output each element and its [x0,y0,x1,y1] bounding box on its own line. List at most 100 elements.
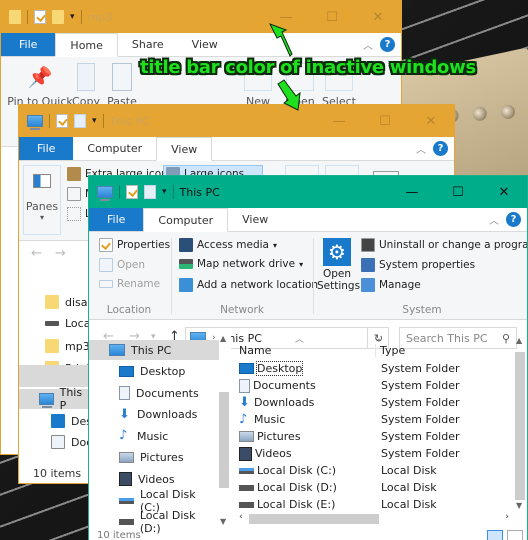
nav-scroll-thumb[interactable] [219,392,229,488]
open-settings-button[interactable]: ⚙ Open Settings [317,238,360,292]
new-folder-icon[interactable] [74,114,86,128]
collapse-ribbon-icon[interactable]: ︿ [416,141,426,156]
file-row[interactable]: Local Disk (D:) [239,479,337,496]
tab-file[interactable]: File [89,208,144,231]
scroll-down-icon[interactable]: ▼ [220,517,226,526]
large-icons-view-button[interactable] [507,530,523,540]
panes-button[interactable]: Panes ▾ [23,165,61,235]
tab-view[interactable]: View [178,33,232,56]
uninstall-program-button[interactable]: Uninstall or change a program [361,238,527,252]
scroll-up-icon[interactable]: ▲ [220,334,226,343]
file-row[interactable]: Desktop [239,360,304,377]
maximize-button[interactable]: ☐ [362,105,408,137]
help-icon[interactable]: ? [506,212,521,227]
quick-access-toolbar: ▾ [1,10,82,24]
tab-file[interactable]: File [19,137,74,160]
column-header-name[interactable]: Name [239,344,271,357]
file-row[interactable]: ♪ Music [239,411,285,428]
tab-file[interactable]: File [1,33,56,56]
folder-icon [9,10,21,24]
manage-button[interactable]: Manage [361,278,421,292]
nav-item-videos[interactable]: Videos [89,469,219,489]
scroll-up-icon[interactable]: ▲ [516,336,522,345]
paste-button[interactable]: Paste [107,63,137,108]
tab-home[interactable]: Home [55,33,118,57]
nav-item[interactable]: mp3 [45,339,90,353]
nav-item-local-disk-d[interactable]: Local Disk (D:) [89,509,219,535]
column-header-type[interactable]: Type [375,344,405,357]
access-media-button[interactable]: Access media ▾ [179,238,277,252]
minimize-button[interactable]: — [263,1,309,33]
nav-item-desktop[interactable]: Desktop [89,362,219,382]
file-row[interactable]: Videos [239,445,292,462]
settings-gear-icon: ⚙ [323,238,351,266]
file-row[interactable]: Local Disk (E:) [239,496,335,513]
customize-toolbar-icon[interactable]: ▾ [162,187,167,197]
nav-item-music[interactable]: ♪ Music [89,426,219,446]
forward-arrow-icon[interactable]: → [55,246,66,261]
nav-item-documents[interactable]: Documents [89,383,219,403]
back-arrow-icon[interactable]: ← [31,246,42,261]
system-properties-button[interactable]: System properties [361,258,475,272]
customize-toolbar-icon[interactable]: ▾ [70,12,75,22]
nav-item-pictures[interactable]: Pictures [89,448,219,468]
properties-button[interactable]: Properties [99,238,170,252]
ribbon-tabs: File Home Share View ︿ ? [1,33,401,57]
nav-item-this-pc[interactable]: This PC [89,340,219,360]
minimize-button[interactable]: — [389,176,435,208]
xl-icons-icon [67,167,81,181]
collapse-ribbon-icon[interactable]: ︿ [363,37,373,52]
open-button[interactable]: Open [99,258,145,272]
copy-button[interactable]: Copy [71,63,101,108]
close-button[interactable]: ✕ [355,1,401,33]
tab-view[interactable]: View [228,208,282,231]
nav-item-local-disk-c[interactable]: Local Disk (C:) [89,488,219,514]
help-icon[interactable]: ? [380,37,395,52]
details-view-button[interactable] [487,530,503,540]
file-row[interactable]: ⬇ Downloads [239,394,314,411]
uninstall-icon [361,238,375,252]
tab-share[interactable]: Share [118,33,178,56]
file-row[interactable]: Pictures [239,428,301,445]
file-list-vscrollbar[interactable]: ▲ ▼ [513,332,527,512]
file-list-hscrollbar[interactable]: ‹ › [237,512,513,526]
maximize-button[interactable]: ☐ [435,176,481,208]
new-folder-icon[interactable] [144,185,156,199]
nav-item-this-pc[interactable]: This P [19,386,89,412]
content-area: ▲ ▼ This PC Desktop Documents ⬇ Downloads ♪ Mu… [89,332,527,540]
properties-icon[interactable] [34,10,46,24]
maximize-button[interactable]: ☐ [309,1,355,33]
properties-icon[interactable] [56,114,68,128]
close-button[interactable]: ✕ [408,105,454,137]
nav-item-downloads[interactable]: ⬇ Downloads [89,405,219,425]
pin-icon: 📌 [27,65,53,89]
file-row[interactable]: Local Disk (C:) [239,462,336,479]
minimize-button[interactable]: — [316,105,362,137]
help-icon[interactable]: ? [433,141,448,156]
properties-icon[interactable] [126,185,138,199]
scroll-right-icon[interactable]: › [505,512,509,522]
file-type: Local Disk [381,498,437,511]
scroll-down-icon[interactable]: ▼ [516,501,522,510]
title-bar[interactable]: ▾ This PC — ☐ ✕ [19,105,454,137]
title-bar[interactable]: ▾ mp3 — ☐ ✕ [1,1,401,33]
title-bar[interactable]: ▾ This PC — ☐ ✕ [89,176,527,208]
customize-toolbar-icon[interactable]: ▾ [92,116,97,126]
collapse-ribbon-icon[interactable]: ︿ [489,212,499,227]
map-network-drive-button[interactable]: Map network drive ▾ [179,258,303,270]
scroll-left-icon[interactable]: ‹ [239,512,243,522]
tab-computer[interactable]: Computer [73,137,156,160]
new-folder-icon[interactable] [52,10,64,24]
close-button[interactable]: ✕ [481,176,527,208]
nav-scrollbar[interactable]: ▲ ▼ [217,332,231,528]
tab-view[interactable]: View [156,137,213,161]
file-row[interactable]: Documents [239,377,316,394]
rename-button[interactable]: Rename [99,278,160,290]
nav-item[interactable]: Local [45,317,94,330]
vscroll-thumb[interactable] [515,352,525,500]
hscroll-thumb[interactable] [249,514,379,524]
annotation-label: title bar color of inactive windows [140,57,476,78]
tab-computer[interactable]: Computer [143,208,229,232]
explorer-window-thispc-active[interactable]: ▾ This PC — ☐ ✕ File Computer View ︿ ? P… [88,175,528,540]
add-network-location-button[interactable]: Add a network location [179,278,318,292]
